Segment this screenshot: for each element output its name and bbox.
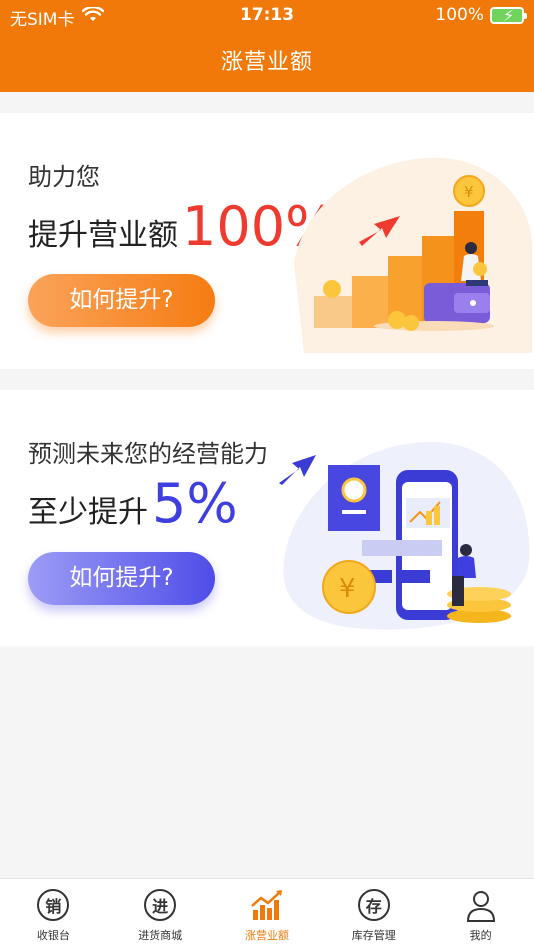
card-highlight-value: 5%: [152, 472, 238, 535]
card-subtitle: 助力您: [28, 163, 100, 191]
status-right: 100% ⚡: [435, 5, 527, 25]
how-to-improve-button[interactable]: 如何提升?: [28, 552, 215, 605]
tab-my[interactable]: 我的: [427, 879, 534, 950]
tab-cashier[interactable]: 销 收银台: [0, 879, 107, 950]
card-main-text: 提升营业额: [28, 218, 178, 253]
card-main-text: 至少提升: [28, 495, 148, 530]
status-bar: 无SIM卡 17:13 100% ⚡: [0, 0, 534, 32]
revenue-chart-icon: [249, 888, 285, 924]
yuan-coin-text: ¥: [339, 574, 356, 604]
tab-purchase-mall[interactable]: 进 进货商城: [107, 879, 214, 950]
battery-icon: ⚡: [490, 6, 527, 25]
forecast-phone-illustration: ¥: [279, 441, 530, 630]
promo-card-forecast: 预测未来您的经营能力 至少提升 5% 如何提升? ¥: [0, 390, 534, 646]
tab-label: 收银台: [36, 929, 70, 942]
header: 无SIM卡 17:13 100% ⚡ 涨营业额: [0, 0, 534, 92]
promo-card-revenue: 助力您 提升营业额 100% 如何提升? ¥: [0, 113, 534, 369]
tab-inventory[interactable]: 存 库存管理: [320, 879, 427, 950]
battery-percent: 100%: [435, 5, 484, 25]
tab-label: 进货商城: [138, 929, 183, 942]
how-to-improve-button[interactable]: 如何提升?: [28, 274, 215, 327]
tab-revenue[interactable]: 涨营业额: [214, 879, 321, 950]
purchase-mall-icon: 进: [142, 888, 178, 924]
card-subtitle: 预测未来您的经营能力: [28, 440, 268, 468]
tab-label: 涨营业额: [244, 929, 289, 942]
card-headline: 至少提升 5%: [28, 472, 238, 535]
revenue-growth-illustration: ¥: [294, 157, 532, 353]
cashier-icon: 销: [35, 888, 71, 924]
yuan-coin-text: ¥: [464, 183, 474, 201]
bottom-tab-bar: 销 收银台 进 进货商城 涨营业额 存 库存管理 我的: [0, 878, 534, 950]
page-title: 涨营业额: [220, 50, 313, 75]
tab-label: 库存管理: [351, 929, 396, 942]
inventory-icon: 存: [356, 888, 392, 924]
user-icon: [463, 888, 499, 924]
tab-label: 我的: [469, 929, 492, 942]
